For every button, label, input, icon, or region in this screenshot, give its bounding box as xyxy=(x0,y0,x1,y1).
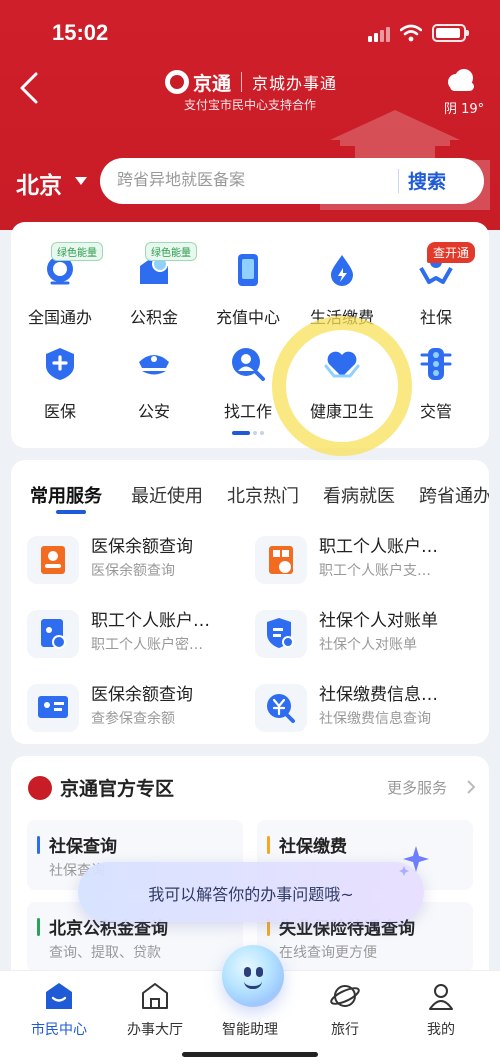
service-item[interactable]: 社保个人对账单 社保个人对账单 xyxy=(239,606,465,666)
service-subtitle: 医保余额查询 xyxy=(91,563,175,579)
activation-badge: 查开通 xyxy=(427,242,476,263)
header: 15:02 京通 京城办事通 支付宝市民中心支持合作 阴 19° 北京 跨省异地… xyxy=(0,0,500,230)
service-subtitle: 查参保查余额 xyxy=(91,711,175,727)
nav-item-profile[interactable]: 我的 xyxy=(396,981,486,1039)
wifi-icon xyxy=(400,24,422,42)
service-title: 医保余额查询 xyxy=(91,537,193,557)
weather-label: 阴 19° xyxy=(444,102,485,117)
nav-label: 市民中心 xyxy=(31,1022,87,1038)
nav-item-citizen-center[interactable]: 市民中心 xyxy=(14,981,104,1039)
grid-item-label: 找工作 xyxy=(223,402,272,421)
brand-name: 京通 xyxy=(193,73,232,95)
service-item[interactable]: 社保缴费信息… 社保缴费信息查询 xyxy=(239,680,465,740)
more-services-link[interactable]: 更多服务 xyxy=(387,777,447,798)
nav-label: 旅行 xyxy=(331,1022,359,1038)
service-item[interactable]: 职工个人账户… 职工个人账户密… xyxy=(11,606,237,666)
payment-search-icon xyxy=(267,694,295,723)
utility-drop-icon xyxy=(331,255,353,286)
qr-account-icon xyxy=(269,546,293,574)
service-subtitle: 社保缴费信息查询 xyxy=(319,711,431,727)
services-card: 常用服务 最近使用 北京热门 看病就医 跨省通办 医保余额查询 医保余额查询 职… xyxy=(11,460,489,744)
grid-item-label: 生活缴费 xyxy=(309,308,374,327)
official-item-title: 社保查询 xyxy=(49,837,117,857)
assistant-bubble-text: 我可以解答你的办事问题哦~ xyxy=(148,885,354,904)
service-title: 职工个人账户… xyxy=(91,611,210,631)
service-subtitle: 职工个人账户密… xyxy=(91,637,203,653)
job-search-icon xyxy=(232,348,265,381)
assistant-orb-icon[interactable] xyxy=(222,945,284,1007)
grid-item-label: 公积金 xyxy=(129,308,178,327)
service-hall-icon xyxy=(142,983,168,1009)
statement-shield-icon xyxy=(267,618,294,648)
grid-item-label: 全国通办 xyxy=(27,308,92,327)
search-input[interactable] xyxy=(117,170,387,189)
grid-item-label: 医保 xyxy=(43,402,76,421)
caret-down-icon[interactable] xyxy=(75,177,87,185)
status-bar: 15:02 xyxy=(0,0,500,64)
home-indicator xyxy=(182,1052,318,1057)
tab-cross-province[interactable]: 跨省通办 xyxy=(419,482,489,508)
header-subtitle: 支付宝市民中心支持合作 xyxy=(183,98,316,112)
service-subtitle: 社保个人对账单 xyxy=(319,637,417,653)
nav-item-service-hall[interactable]: 办事大厅 xyxy=(110,981,200,1039)
grid-item-label: 公安 xyxy=(137,402,170,421)
brand-slogan: 京城办事通 xyxy=(252,74,338,93)
tab-recent[interactable]: 最近使用 xyxy=(131,482,203,508)
sparkle-icon xyxy=(399,846,429,876)
grid-item-label: 充值中心 xyxy=(215,308,280,327)
phone-recharge-icon xyxy=(238,254,258,286)
green-energy-badge: 绿色能量 xyxy=(51,242,103,261)
service-title: 职工个人账户… xyxy=(319,537,438,557)
service-title: 社保个人对账单 xyxy=(319,611,438,631)
grid-item-label: 健康卫生 xyxy=(309,402,374,421)
official-item-subtitle: 查询、提取、贷款 xyxy=(49,945,161,961)
chevron-right-icon[interactable] xyxy=(465,780,477,794)
nav-item-travel[interactable]: 旅行 xyxy=(300,981,390,1039)
service-item[interactable]: 医保余额查询 查参保查余额 xyxy=(11,680,237,740)
signal-icon xyxy=(368,26,394,42)
service-subtitle: 职工个人账户支… xyxy=(319,563,431,579)
page-indicator xyxy=(232,431,267,450)
official-item-subtitle: 在线查询更方便 xyxy=(279,945,377,961)
grid-item-label: 交管 xyxy=(419,402,452,421)
health-heart-icon xyxy=(324,351,360,378)
official-item-title: 社保缴费 xyxy=(279,837,347,857)
official-zone-title: 京通官方专区 xyxy=(60,778,175,800)
travel-planet-icon xyxy=(330,985,360,1007)
profile-icon xyxy=(429,984,453,1010)
traffic-light-icon xyxy=(420,348,452,380)
jingtong-seal-icon xyxy=(28,776,52,800)
search-bar: 搜索 xyxy=(100,158,484,204)
tab-beijing-hot[interactable]: 北京热门 xyxy=(227,482,299,508)
medical-balance-icon xyxy=(41,546,65,574)
service-tabs: 常用服务 最近使用 北京热门 看病就医 跨省通办 xyxy=(11,480,489,514)
tab-common[interactable]: 常用服务 xyxy=(30,482,102,508)
cloud-icon[interactable] xyxy=(444,68,478,92)
nav-label: 办事大厅 xyxy=(127,1022,183,1038)
service-title: 医保余额查询 xyxy=(91,685,193,705)
police-cap-icon xyxy=(139,355,169,375)
service-item[interactable]: 职工个人账户… 职工个人账户支… xyxy=(239,532,465,592)
nav-label: 我的 xyxy=(427,1022,455,1038)
city-selector[interactable]: 北京 xyxy=(16,166,62,200)
medical-insurance-icon xyxy=(46,348,74,380)
citizen-center-icon xyxy=(46,983,72,1009)
service-title: 社保缴费信息… xyxy=(319,685,438,705)
tab-indicator xyxy=(56,510,86,514)
grid-item-label: 社保 xyxy=(419,308,452,327)
search-button[interactable]: 搜索 xyxy=(408,167,446,194)
account-password-icon xyxy=(41,619,66,649)
brand-logo: 京通 京城办事通 xyxy=(165,68,337,96)
tab-see-doctor[interactable]: 看病就医 xyxy=(323,482,395,508)
battery-icon xyxy=(432,24,469,42)
status-time: 15:02 xyxy=(52,20,109,45)
assistant-bubble[interactable]: 我可以解答你的办事问题哦~ xyxy=(78,862,424,922)
quick-services-card: 绿色能量 全国通办 绿色能量 公积金 充值中心 生活缴费 查开通 社保 医保 公… xyxy=(11,222,489,448)
green-energy-badge: 绿色能量 xyxy=(145,242,197,261)
insurance-card-icon xyxy=(38,696,68,718)
brand-seal-icon xyxy=(165,70,189,94)
nav-label: 智能助理 xyxy=(222,1022,278,1038)
service-item[interactable]: 医保余额查询 医保余额查询 xyxy=(11,532,237,592)
